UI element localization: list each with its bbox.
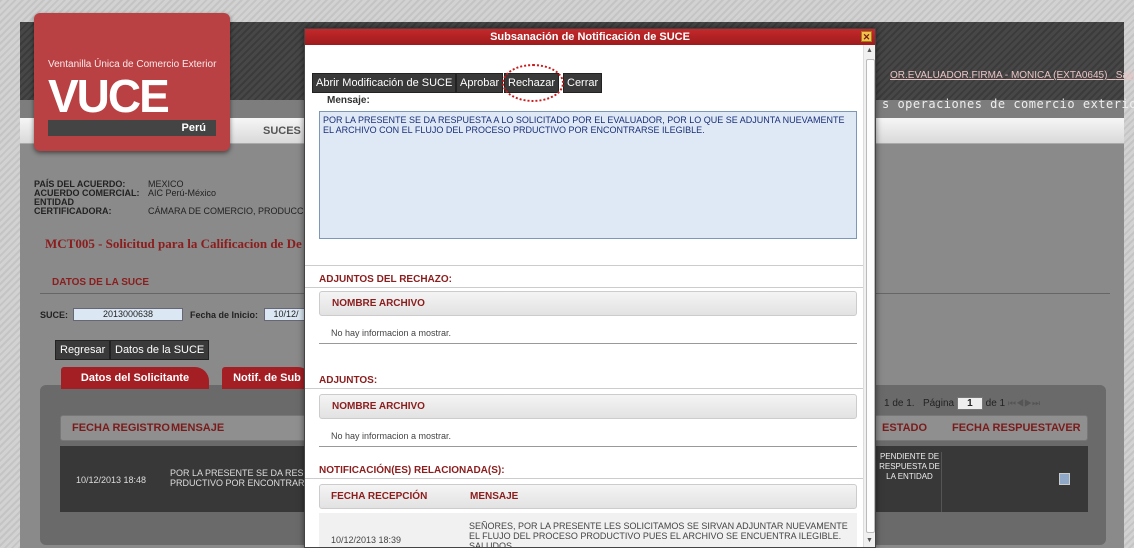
cerrar-button[interactable]: Cerrar [563, 73, 603, 93]
suce-field[interactable]: 2013000638 [73, 308, 183, 321]
pagination: 1 de 1. Página 1 de 1 ⏮◀▶⏭ [884, 397, 1040, 410]
pager-arrows-icon[interactable]: ⏮◀▶⏭ [1008, 398, 1040, 408]
menu-suces[interactable]: SUCES [263, 125, 301, 137]
section-divider [305, 478, 863, 479]
pagination-text: 1 de 1. [884, 398, 915, 409]
section-divider [305, 287, 863, 288]
adjuntos-title: ADJUNTOS: [319, 375, 378, 386]
adjuntos-rechazo-title: ADJUNTOS DEL RECHAZO: [319, 274, 452, 285]
subsanacion-modal: Subsanación de Notificación de SUCE ✕ Ab… [304, 28, 876, 548]
fecha-inicio-field[interactable]: 10/12/ [264, 308, 308, 321]
col-fecha-registro[interactable]: FECHA REGISTRO [72, 422, 170, 434]
col-notif-mensaje[interactable]: MENSAJE [470, 485, 518, 508]
logo-country: Perú [48, 120, 216, 136]
entidad-label: ENTIDAD CERTIFICADORA: [34, 197, 112, 216]
row-mensaje-line1: POR LA PRESENTE SE DA RESPUE [170, 468, 323, 478]
notif-fecha: 10/12/2013 18:39 [331, 535, 402, 545]
entidad-value: CÁMARA DE COMERCIO, PRODUCCIÓ [148, 206, 314, 216]
suce-label: SUCE: [40, 310, 69, 320]
document-icon[interactable] [1059, 473, 1070, 485]
notificacion-row[interactable]: 10/12/2013 18:39 SEÑORES, POR LA PRESENT… [319, 513, 857, 548]
datos-suce-button[interactable]: Datos de la SUCE [110, 340, 210, 360]
vuce-logo: Ventanilla Única de Comercio Exterior VU… [34, 13, 230, 151]
notif-mensaje: SEÑORES, POR LA PRESENTE LES SOLICITAMOS… [469, 521, 848, 548]
datos-suce-heading: DATOS DE LA SUCE [52, 277, 150, 288]
adjuntos-header: NOMBRE ARCHIVO [319, 394, 857, 419]
col-fecha-recepcion[interactable]: FECHA RECEPCIÓN [331, 485, 427, 508]
table-header-right: ESTADO FECHA RESPUESTA VER [876, 415, 1088, 441]
agreement-info: PAÍS DEL ACUERDO: MEXICO ACUERDO COMERCIA… [34, 180, 313, 216]
col-fecha-respuesta[interactable]: FECHA RESPUESTA [952, 422, 1059, 434]
col-estado[interactable]: ESTADO [882, 422, 927, 434]
close-icon[interactable]: ✕ [861, 31, 872, 42]
acuerdo-value: AIC Perú-México [148, 188, 217, 198]
adjuntos-rechazo-header: NOMBRE ARCHIVO [319, 291, 857, 316]
rechazar-button[interactable]: Rechazar [504, 73, 560, 93]
mensaje-textarea[interactable]: POR LA PRESENTE SE DA RESPUESTA A LO SOL… [319, 111, 857, 239]
col-mensaje[interactable]: MENSAJE [171, 422, 224, 434]
page-title: MCT005 - Solicitud para la Calificacion … [45, 236, 302, 251]
adjuntos-rechazo-empty: No hay informacion a mostrar. [319, 322, 857, 344]
col-ver[interactable]: VER [1058, 422, 1081, 434]
page-total: de 1 [985, 398, 1006, 409]
notificaciones-header: FECHA RECEPCIÓN MENSAJE [319, 484, 857, 509]
logo-text: VUCE [48, 70, 170, 122]
tab-notif-subsanacion[interactable]: Notif. de Sub [222, 367, 312, 389]
modal-title: Subsanación de Notificación de SUCE [305, 29, 875, 45]
slogan: s operaciones de comercio exterior [882, 97, 1134, 111]
row-mensaje: POR LA PRESENTE SE DA RESPUE PRDUCTIVO P… [170, 468, 322, 488]
notificaciones-title: NOTIFICACIÓN(ES) RELACIONADA(S): [319, 465, 505, 476]
scroll-up-icon[interactable]: ▲ [866, 47, 873, 54]
scroll-thumb[interactable] [866, 59, 875, 533]
user-link[interactable]: OR.EVALUADOR.FIRMA - MONICA (EXTA0645) S… [890, 70, 1134, 81]
page-label: Página [922, 398, 955, 409]
tab-datos-solicitante[interactable]: Datos del Solicitante [61, 367, 209, 389]
modal-scrollbar[interactable]: ▲ ▼ [863, 45, 875, 547]
adjuntos-empty: No hay informacion a mostrar. [319, 425, 857, 447]
exit-link[interactable]: Salir » [1116, 70, 1134, 81]
abrir-modificacion-button[interactable]: Abrir Modificación de SUCE [312, 73, 457, 93]
section-divider [305, 388, 863, 389]
row-estado: PENDIENTE DE RESPUESTA DE LA ENTIDAD [878, 452, 942, 512]
row-mensaje-line2: PRDUCTIVO POR ENCONTRARSE I [170, 478, 322, 488]
regresar-button[interactable]: Regresar [55, 340, 111, 360]
mensaje-label: Mensaje: [327, 95, 370, 106]
user-name[interactable]: OR.EVALUADOR.FIRMA - MONICA (EXTA0645) [890, 70, 1107, 81]
fecha-inicio-label: Fecha de Inicio: [190, 310, 259, 320]
scroll-down-icon[interactable]: ▼ [866, 537, 873, 544]
page-input[interactable]: 1 [956, 397, 983, 410]
table-header: FECHA REGISTRO MENSAJE [60, 415, 310, 441]
row-fecha: 10/12/2013 18:48 [76, 475, 147, 485]
aprobar-button[interactable]: Aprobar [456, 73, 504, 93]
section-divider [305, 265, 863, 266]
